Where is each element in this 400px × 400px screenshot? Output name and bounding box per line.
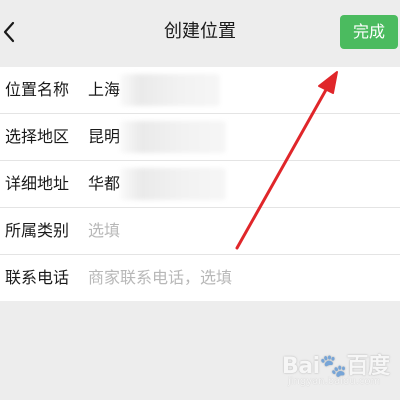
field-label: 联系电话 <box>5 268 70 287</box>
field-label: 位置名称 <box>5 80 70 99</box>
field-label: 详细地址 <box>5 174 70 193</box>
location-name-input[interactable]: 上海 <box>88 67 120 113</box>
field-row-address[interactable]: 详细地址 华都 <box>0 161 400 208</box>
region-input[interactable]: 昆明 <box>88 114 120 160</box>
field-label: 选择地区 <box>5 127 70 146</box>
field-row-location-name[interactable]: 位置名称 上海 <box>0 67 400 114</box>
field-row-phone[interactable]: 联系电话 商家联系电话，选填 <box>0 255 400 301</box>
location-form: 位置名称 上海 选择地区 昆明 详细地址 华都 所属类别 选填 联系电话 商家联… <box>0 67 400 301</box>
redaction-blur <box>120 121 226 153</box>
navigation-bar: 创建位置 完成 <box>0 0 400 64</box>
field-row-category[interactable]: 所属类别 选填 <box>0 208 400 255</box>
redaction-blur <box>120 168 226 200</box>
address-input[interactable]: 华都 <box>88 161 120 207</box>
baidu-watermark: Bai🐾百度 jingyan.baidu.com <box>282 342 396 392</box>
phone-input[interactable]: 商家联系电话，选填 <box>88 255 232 301</box>
field-row-region[interactable]: 选择地区 昆明 <box>0 114 400 161</box>
category-input[interactable]: 选填 <box>88 208 120 254</box>
watermark-url: jingyan.baidu.com <box>288 376 381 387</box>
screen: 创建位置 完成 位置名称 上海 选择地区 昆明 详细地址 华都 所属类别 选填 … <box>0 0 400 400</box>
done-button[interactable]: 完成 <box>340 15 398 49</box>
redaction-blur <box>120 74 220 106</box>
field-label: 所属类别 <box>5 221 70 240</box>
